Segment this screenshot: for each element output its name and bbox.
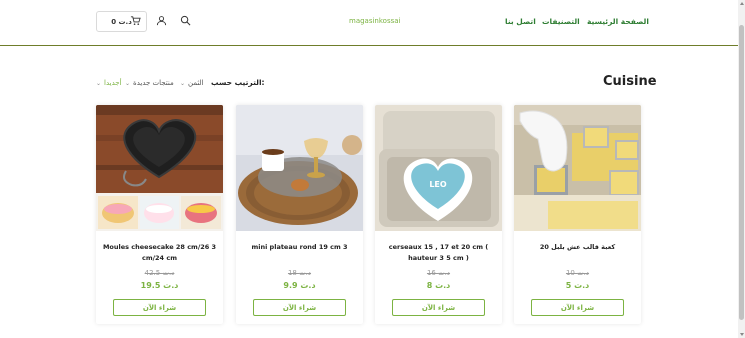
filter-price-dropdown[interactable]: ⌄ الثمن [180, 79, 204, 87]
product-price: 9.9 د.ت [283, 281, 316, 290]
buy-now-button[interactable]: شراء الآن [113, 299, 206, 316]
buy-now-button[interactable]: شراء الآن [531, 299, 624, 316]
cart-icon[interactable] [130, 15, 141, 26]
product-card[interactable]: 20 كعبة قالب عش بلبل 10 د.ت 5 د.ت شراء ا… [514, 105, 641, 324]
page-title: Cuisine [603, 74, 657, 89]
svg-text:LEO: LEO [429, 180, 447, 189]
product-image[interactable] [514, 105, 641, 231]
sort-label: الترتيب حسب: [211, 78, 265, 87]
buy-now-button[interactable]: شراء الآن [253, 299, 346, 316]
buy-now-button[interactable]: شراء الآن [392, 299, 485, 316]
scroll-down-icon[interactable] [740, 333, 744, 336]
filter-new-dropdown[interactable]: ⌄ أجديدا [96, 79, 122, 87]
product-image[interactable]: LEO [375, 105, 502, 231]
product-old-price: 16 د.ت [426, 269, 451, 277]
product-image[interactable] [96, 105, 223, 231]
cart-total: 0 د.ت [111, 17, 132, 26]
product-card[interactable]: LEO cerseaux 15 , 17 et 20 cm ( hauteur … [375, 105, 502, 324]
product-price: 5 د.ت [565, 281, 590, 290]
site-logo-text[interactable]: magasinkossai [349, 17, 401, 25]
product-name[interactable]: cerseaux 15 , 17 et 20 cm ( hauteur 3 5 … [381, 242, 496, 264]
filter-label: منتجات جديدة [133, 79, 174, 87]
filter-new-products-dropdown[interactable]: ⌄ منتجات جديدة [125, 79, 174, 87]
page-scrollbar[interactable] [738, 0, 745, 338]
scroll-thumb[interactable] [739, 25, 744, 320]
chevron-down-icon: ⌄ [180, 79, 186, 87]
filter-label: أجديدا [104, 79, 122, 87]
user-icon[interactable] [156, 15, 167, 26]
product-name[interactable]: Moules cheesecake 28 cm/26 3 cm/24 cm [102, 242, 217, 264]
search-icon[interactable] [180, 15, 191, 26]
site-header: 0 د.ت magasinkossai اتصل بنا التصنيفات ا… [0, 0, 738, 46]
nav-contact[interactable]: اتصل بنا [505, 17, 536, 26]
product-name[interactable]: 20 كعبة قالب عش بلبل [520, 242, 635, 253]
product-card[interactable]: Moules cheesecake 28 cm/26 3 cm/24 cm 42… [96, 105, 223, 324]
chevron-down-icon: ⌄ [125, 79, 131, 87]
product-price: 8 د.ت [426, 281, 451, 290]
filter-label: الثمن [188, 79, 204, 87]
product-image[interactable] [236, 105, 363, 231]
scroll-up-icon[interactable] [740, 2, 744, 5]
product-old-price: 42.5 د.ت [144, 269, 175, 277]
nav-categories[interactable]: التصنيفات [542, 17, 580, 26]
product-card[interactable]: mini plateau rond 19 cm 3 18 د.ت 9.9 د.ت… [236, 105, 363, 324]
product-old-price: 18 د.ت [287, 269, 312, 277]
nav-home[interactable]: الصفحة الرئيسية [587, 17, 649, 26]
product-name[interactable]: mini plateau rond 19 cm 3 [242, 242, 357, 253]
chevron-down-icon: ⌄ [96, 79, 102, 87]
product-old-price: 10 د.ت [565, 269, 590, 277]
product-price: 19.5 د.ت [140, 281, 179, 290]
